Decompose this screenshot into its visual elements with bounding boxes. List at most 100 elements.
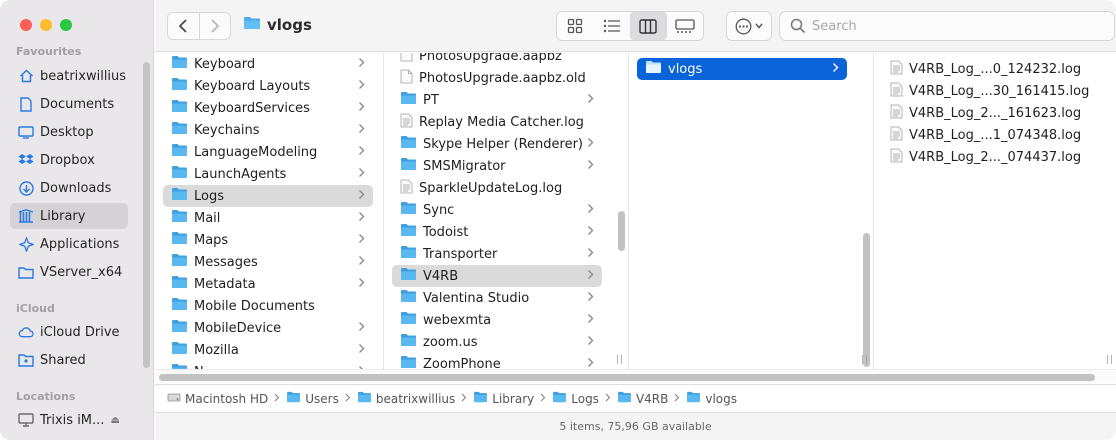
folder-row[interactable]: Mobile Documents — [163, 295, 373, 317]
search-input[interactable] — [812, 18, 1102, 34]
column-library[interactable]: Keyboard Keyboard Layouts KeyboardServices… — [155, 53, 384, 369]
file-row[interactable]: PhotosUpgrade.aapbz.old — [392, 67, 602, 89]
column-logs[interactable]: PhotosUpgrade.aapbz PhotosUpgrade.aapbz.o… — [384, 53, 629, 369]
column-view-button[interactable] — [630, 12, 667, 40]
sidebar-item-dropbox[interactable]: Dropbox — [10, 147, 128, 173]
folder-row[interactable]: Maps — [163, 229, 373, 251]
folder-row[interactable]: LaunchAgents — [163, 163, 373, 185]
folder-row[interactable]: Valentina Studio — [392, 287, 602, 309]
sidebar-scrollbar[interactable] — [143, 62, 150, 368]
row-label: Skype Helper (Renderer) — [423, 136, 583, 152]
desktop-icon — [18, 124, 34, 140]
folder-row[interactable]: Logs — [163, 185, 373, 207]
folder-row[interactable]: zoom.us — [392, 331, 602, 353]
zoom-button[interactable] — [60, 19, 72, 31]
close-button[interactable] — [20, 19, 32, 31]
folder-row[interactable]: SMSMigrator — [392, 155, 602, 177]
chevron-right-icon — [587, 357, 594, 369]
sidebar-item-vserver[interactable]: VServer_x64 — [10, 259, 128, 285]
folder-row[interactable]: Mozilla — [163, 339, 373, 361]
path-crumb[interactable]: beatrixwillius — [357, 391, 455, 406]
column-resize-handle[interactable]: || — [616, 355, 624, 365]
folder-row[interactable]: Keyboard — [163, 53, 373, 75]
sidebar-item-library[interactable]: Library — [10, 203, 128, 229]
column-resize-handle[interactable]: || — [861, 355, 869, 365]
row-label: Metadata — [194, 276, 256, 292]
gallery-view-button[interactable] — [667, 12, 704, 40]
folder-row[interactable]: ZoomPhone — [392, 353, 602, 369]
row-label: PhotosUpgrade.aapbz — [419, 53, 562, 64]
row-label: Sync — [423, 202, 455, 218]
sidebar-item-computer[interactable]: Trixis iM... ⏏ — [10, 407, 128, 433]
folder-row[interactable]: PT — [392, 89, 602, 111]
column-scrollbar[interactable] — [863, 233, 870, 367]
folder-row[interactable]: Metadata — [163, 273, 373, 295]
file-row[interactable]: Replay Media Catcher.log — [392, 111, 602, 133]
file-row[interactable]: V4RB_Log_...30_161415.log — [882, 80, 1092, 102]
path-crumb[interactable]: V4RB — [617, 391, 668, 406]
eject-icon[interactable]: ⏏ — [110, 415, 119, 426]
folder-row[interactable]: LanguageModeling — [163, 141, 373, 163]
back-button[interactable] — [168, 13, 198, 39]
file-row[interactable]: V4RB_Log_...1_074348.log — [882, 124, 1092, 146]
path-crumb[interactable]: vlogs — [686, 391, 737, 406]
minimize-button[interactable] — [40, 19, 52, 31]
file-row[interactable]: V4RB_Log_...0_124232.log — [882, 58, 1092, 80]
path-crumb-label: V4RB — [635, 391, 669, 406]
folder-row[interactable]: V4RB — [392, 265, 602, 287]
file-row[interactable]: V4RB_Log_2..._074437.log — [882, 146, 1092, 168]
folder-row[interactable]: webexmta — [392, 309, 602, 331]
sidebar-item-desktop[interactable]: Desktop — [10, 119, 128, 145]
sidebar-item-home[interactable]: beatrixwillius — [10, 63, 128, 89]
folder-row[interactable]: MobileDevice — [163, 317, 373, 339]
sidebar-item-downloads[interactable]: Downloads — [10, 175, 128, 201]
column-v4rb[interactable]: vlogs || — [629, 53, 874, 369]
chevron-right-icon — [358, 123, 365, 137]
folder-row[interactable]: Transporter — [392, 243, 602, 265]
folder-icon — [400, 333, 417, 351]
chevron-right-icon — [358, 255, 365, 269]
sidebar-item-documents[interactable]: Documents — [10, 91, 128, 117]
chevron-right-icon — [587, 335, 594, 349]
column-scrollbar[interactable] — [618, 211, 625, 251]
horizontal-scrollbar-thumb[interactable] — [159, 374, 1095, 381]
folder-icon — [171, 209, 188, 227]
file-row[interactable]: V4RB_Log_2..._161623.log — [882, 102, 1092, 124]
action-menu-button[interactable] — [726, 11, 772, 41]
forward-button[interactable] — [200, 13, 230, 39]
icon-view-button[interactable] — [557, 12, 594, 40]
folder-row[interactable]: Keychains — [163, 119, 373, 141]
file-row[interactable]: PhotosUpgrade.aapbz — [392, 53, 602, 67]
folder-row[interactable]: Sync — [392, 199, 602, 221]
folder-row[interactable]: KeyboardServices — [163, 97, 373, 119]
folder-row[interactable]: Mail — [163, 207, 373, 229]
sidebar-item-label: Documents — [40, 96, 115, 112]
list-view-button[interactable] — [594, 12, 631, 40]
path-crumb[interactable]: Macintosh HD — [167, 392, 268, 406]
column-vlogs[interactable]: V4RB_Log_...0_124232.log V4RB_Log_...30_1… — [874, 53, 1116, 369]
folder-icon — [286, 391, 301, 406]
sidebar-item-shared[interactable]: Shared — [10, 347, 128, 373]
sidebar-section-favourites: Favourites — [16, 45, 82, 58]
search-box[interactable] — [779, 11, 1115, 41]
folder-row[interactable]: N... — [163, 361, 373, 369]
path-crumb[interactable]: Logs — [552, 391, 599, 406]
row-label: Valentina Studio — [423, 290, 530, 306]
folder-row[interactable]: vlogs — [637, 58, 847, 80]
folder-row[interactable]: Skype Helper (Renderer) — [392, 133, 602, 155]
row-label: Transporter — [423, 246, 498, 262]
folder-icon — [552, 391, 567, 406]
folder-row[interactable]: Keyboard Layouts — [163, 75, 373, 97]
folder-row[interactable]: Todoist — [392, 221, 602, 243]
folder-row[interactable]: Messages — [163, 251, 373, 273]
computer-icon — [18, 412, 34, 428]
file-row[interactable]: SparkleUpdateLog.log — [392, 177, 602, 199]
column-resize-handle[interactable]: || — [1106, 355, 1114, 365]
sidebar-item-icloud-drive[interactable]: iCloud Drive — [10, 319, 128, 345]
sidebar-item-applications[interactable]: Applications — [10, 231, 128, 257]
path-crumb[interactable]: Library — [473, 391, 534, 406]
path-crumb[interactable]: Users — [286, 391, 339, 406]
path-crumb-label: vlogs — [705, 391, 738, 406]
log-file-icon — [890, 60, 903, 79]
horizontal-scrollbar[interactable] — [155, 369, 1116, 383]
